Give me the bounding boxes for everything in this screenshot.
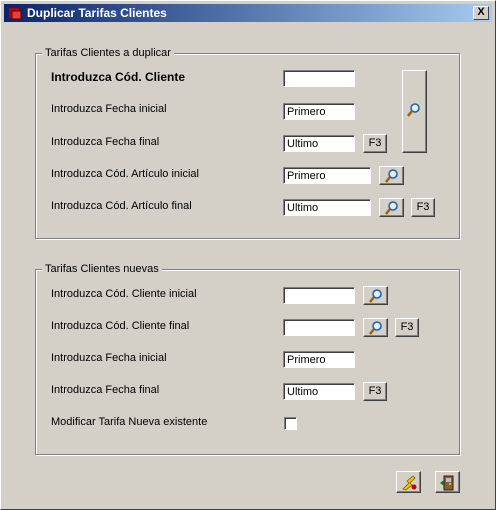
- nueva-fecha-inicial-field[interactable]: [283, 351, 355, 368]
- fecha-inicial-field[interactable]: [283, 103, 355, 120]
- group-tarifas-nuevas-legend: Tarifas Clientes nuevas: [42, 263, 162, 275]
- nueva-fecha-inicial-label: Introduzca Fecha inicial: [51, 352, 167, 364]
- cliente-inicial-search-button[interactable]: [363, 286, 388, 305]
- cliente-search-button[interactable]: [402, 70, 427, 153]
- articulo-final-label: Introduzca Cód. Artículo final: [51, 200, 192, 212]
- exit-door-icon: [439, 474, 457, 495]
- modificar-tarifa-label: Modificar Tarifa Nueva existente: [51, 416, 208, 428]
- magnifier-icon: [384, 168, 400, 187]
- cliente-inicial-field[interactable]: [283, 287, 355, 304]
- cliente-inicial-label: Introduzca Cód. Cliente inicial: [51, 288, 197, 300]
- articulo-inicial-label: Introduzca Cód. Artículo inicial: [51, 168, 199, 180]
- cliente-final-f3-button[interactable]: F3: [395, 318, 419, 337]
- group-tarifas-duplicar-legend: Tarifas Clientes a duplicar: [42, 47, 174, 59]
- window-title: Duplicar Tarifas Clientes: [27, 6, 167, 20]
- magnifier-icon: [368, 320, 384, 339]
- cliente-final-search-button[interactable]: [363, 318, 388, 337]
- articulo-final-f3-button[interactable]: F3: [411, 198, 435, 217]
- app-icon: [7, 5, 23, 21]
- nueva-fecha-final-label: Introduzca Fecha final: [51, 384, 160, 396]
- magnifier-icon: [406, 102, 422, 121]
- fecha-final-label: Introduzca Fecha final: [51, 136, 160, 148]
- title-bar[interactable]: Duplicar Tarifas Clientes X: [4, 4, 492, 22]
- magnifier-icon: [384, 200, 400, 219]
- articulo-inicial-field[interactable]: [283, 167, 371, 184]
- articulo-final-field[interactable]: [283, 199, 371, 216]
- cliente-label: Introduzca Cód. Cliente: [51, 70, 186, 84]
- cliente-final-field[interactable]: [283, 319, 355, 336]
- cliente-final-label: Introduzca Cód. Cliente final: [51, 320, 190, 332]
- cliente-field[interactable]: [283, 70, 355, 87]
- magnifier-icon: [368, 288, 384, 307]
- execute-button[interactable]: [396, 471, 421, 493]
- exit-button[interactable]: [435, 471, 460, 493]
- nueva-fecha-final-f3-button[interactable]: F3: [363, 382, 387, 401]
- nueva-fecha-final-field[interactable]: [283, 383, 355, 400]
- run-icon: [400, 474, 418, 495]
- fecha-final-f3-button[interactable]: F3: [363, 134, 387, 153]
- dialog-window: Duplicar Tarifas Clientes X Tarifas Clie…: [0, 0, 496, 510]
- modificar-tarifa-checkbox[interactable]: [284, 417, 297, 430]
- articulo-inicial-search-button[interactable]: [379, 166, 404, 185]
- fecha-inicial-label: Introduzca Fecha inicial: [51, 103, 167, 115]
- close-button[interactable]: X: [473, 6, 489, 20]
- fecha-final-field[interactable]: [283, 135, 355, 152]
- articulo-final-search-button[interactable]: [379, 198, 404, 217]
